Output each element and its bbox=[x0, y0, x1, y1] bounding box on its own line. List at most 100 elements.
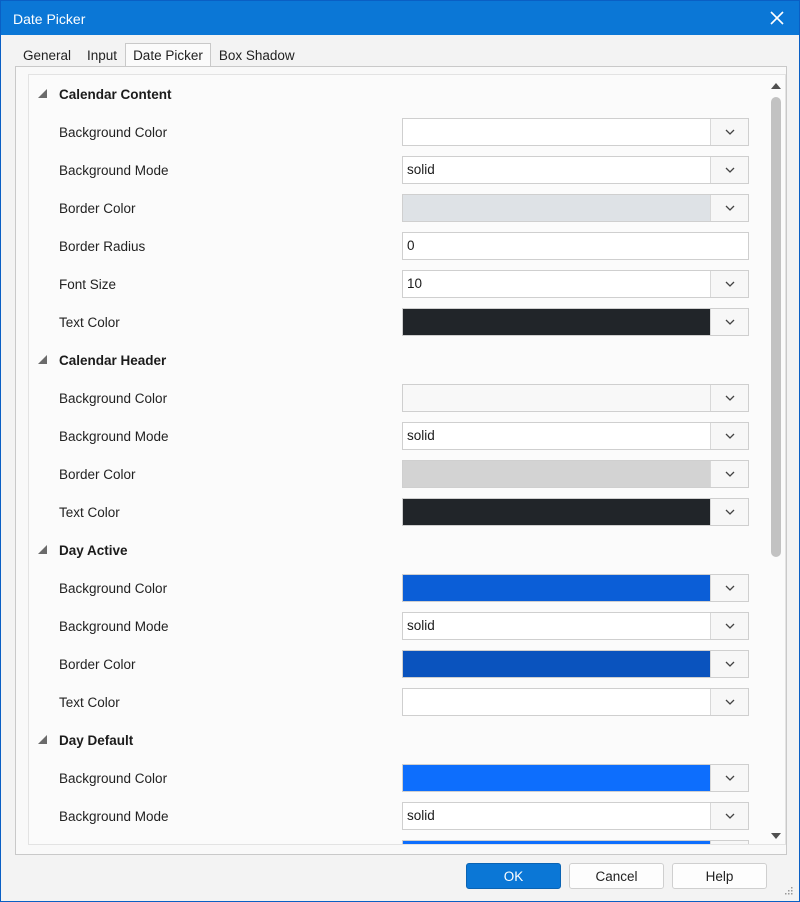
dropdown-button[interactable] bbox=[710, 195, 748, 221]
color-picker-field[interactable] bbox=[402, 384, 749, 412]
property-value[interactable]: solid bbox=[403, 803, 710, 829]
dropdown-button[interactable] bbox=[710, 651, 748, 677]
property-value[interactable]: 0 bbox=[403, 233, 748, 259]
collapse-triangle-icon[interactable] bbox=[38, 545, 47, 554]
tab-date-picker[interactable]: Date Picker bbox=[125, 43, 211, 67]
property-label: Text Color bbox=[59, 315, 120, 330]
property-label: Background Mode bbox=[59, 429, 169, 444]
property-value[interactable]: 10 bbox=[403, 271, 710, 297]
color-picker-field[interactable] bbox=[402, 764, 749, 792]
dropdown-button[interactable] bbox=[710, 499, 748, 525]
color-swatch[interactable] bbox=[403, 841, 710, 844]
section-day-active[interactable]: Day Active bbox=[29, 531, 755, 569]
property-label: Background Mode bbox=[59, 809, 169, 824]
dropdown-button[interactable] bbox=[710, 461, 748, 487]
property-label: Background Mode bbox=[59, 619, 169, 634]
tab-box-shadow[interactable]: Box Shadow bbox=[211, 43, 303, 67]
color-swatch[interactable] bbox=[403, 309, 710, 335]
dropdown-button[interactable] bbox=[710, 271, 748, 297]
dropdown-button[interactable] bbox=[710, 119, 748, 145]
scrollbar-thumb[interactable] bbox=[771, 97, 781, 557]
dropdown-button[interactable] bbox=[710, 423, 748, 449]
section-title: Calendar Content bbox=[59, 87, 172, 102]
property-value-field[interactable]: solid bbox=[402, 802, 749, 830]
color-swatch[interactable] bbox=[403, 689, 710, 715]
color-picker-field[interactable] bbox=[402, 840, 749, 844]
dropdown-button[interactable] bbox=[710, 803, 748, 829]
property-row: Border Color bbox=[29, 645, 755, 683]
chevron-down-icon bbox=[725, 775, 734, 781]
tab-general[interactable]: General bbox=[15, 43, 79, 67]
property-row: Text Color bbox=[29, 303, 755, 341]
dropdown-button[interactable] bbox=[710, 841, 748, 844]
vertical-scrollbar[interactable] bbox=[767, 75, 785, 844]
color-swatch[interactable] bbox=[403, 499, 710, 525]
property-row: Background Color bbox=[29, 759, 755, 797]
chevron-down-icon bbox=[725, 813, 734, 819]
property-value-field[interactable]: 0 bbox=[402, 232, 749, 260]
color-swatch[interactable] bbox=[403, 195, 710, 221]
color-picker-field[interactable] bbox=[402, 574, 749, 602]
property-value[interactable]: solid bbox=[403, 423, 710, 449]
dropdown-button[interactable] bbox=[710, 575, 748, 601]
section-calendar-content[interactable]: Calendar Content bbox=[29, 75, 755, 113]
chevron-down-icon bbox=[725, 661, 734, 667]
color-picker-field[interactable] bbox=[402, 498, 749, 526]
collapse-triangle-icon[interactable] bbox=[38, 735, 47, 744]
dropdown-button[interactable] bbox=[710, 309, 748, 335]
color-picker-field[interactable] bbox=[402, 308, 749, 336]
color-picker-field[interactable] bbox=[402, 688, 749, 716]
scroll-down-icon[interactable] bbox=[771, 833, 781, 840]
chevron-down-icon bbox=[725, 319, 734, 325]
property-value-field[interactable]: solid bbox=[402, 612, 749, 640]
color-picker-field[interactable] bbox=[402, 460, 749, 488]
dialog-window: Date Picker General Input Date Picker Bo… bbox=[0, 0, 800, 902]
color-swatch[interactable] bbox=[403, 119, 710, 145]
dropdown-button[interactable] bbox=[710, 613, 748, 639]
property-value-field[interactable]: solid bbox=[402, 422, 749, 450]
property-row: Font Size 10 bbox=[29, 265, 755, 303]
property-value[interactable]: solid bbox=[403, 613, 710, 639]
ok-button[interactable]: OK bbox=[466, 863, 561, 889]
property-value-field[interactable]: solid bbox=[402, 156, 749, 184]
window-title: Date Picker bbox=[13, 11, 86, 27]
dropdown-button[interactable] bbox=[710, 765, 748, 791]
property-row: Border Radius 0 bbox=[29, 227, 755, 265]
section-title: Calendar Header bbox=[59, 353, 167, 368]
color-picker-field[interactable] bbox=[402, 118, 749, 146]
section-day-default[interactable]: Day Default bbox=[29, 721, 755, 759]
color-swatch[interactable] bbox=[403, 765, 710, 791]
chevron-down-icon bbox=[725, 281, 734, 287]
help-button[interactable]: Help bbox=[672, 863, 767, 889]
section-calendar-header[interactable]: Calendar Header bbox=[29, 341, 755, 379]
dropdown-button[interactable] bbox=[710, 689, 748, 715]
property-label: Text Color bbox=[59, 695, 120, 710]
property-value[interactable]: solid bbox=[403, 157, 710, 183]
collapse-triangle-icon[interactable] bbox=[38, 355, 47, 364]
property-row: Text Color bbox=[29, 493, 755, 531]
property-row: Background Color bbox=[29, 569, 755, 607]
tab-input[interactable]: Input bbox=[79, 43, 125, 67]
chevron-down-icon bbox=[725, 167, 734, 173]
color-picker-field[interactable] bbox=[402, 194, 749, 222]
title-bar: Date Picker bbox=[1, 1, 799, 35]
property-label: Background Color bbox=[59, 581, 168, 596]
color-swatch[interactable] bbox=[403, 575, 710, 601]
property-row bbox=[29, 835, 755, 844]
dropdown-button[interactable] bbox=[710, 385, 748, 411]
property-row: Border Color bbox=[29, 455, 755, 493]
property-row: Background Color bbox=[29, 113, 755, 151]
property-row: Border Color bbox=[29, 189, 755, 227]
color-picker-field[interactable] bbox=[402, 650, 749, 678]
cancel-button[interactable]: Cancel bbox=[569, 863, 664, 889]
resize-grip-icon[interactable] bbox=[783, 885, 793, 895]
dropdown-button[interactable] bbox=[710, 157, 748, 183]
color-swatch[interactable] bbox=[403, 385, 710, 411]
close-button[interactable] bbox=[755, 1, 799, 35]
color-swatch[interactable] bbox=[403, 461, 710, 487]
chevron-down-icon bbox=[725, 585, 734, 591]
collapse-triangle-icon[interactable] bbox=[38, 89, 47, 98]
color-swatch[interactable] bbox=[403, 651, 710, 677]
property-value-field[interactable]: 10 bbox=[402, 270, 749, 298]
scroll-up-icon[interactable] bbox=[771, 82, 781, 89]
